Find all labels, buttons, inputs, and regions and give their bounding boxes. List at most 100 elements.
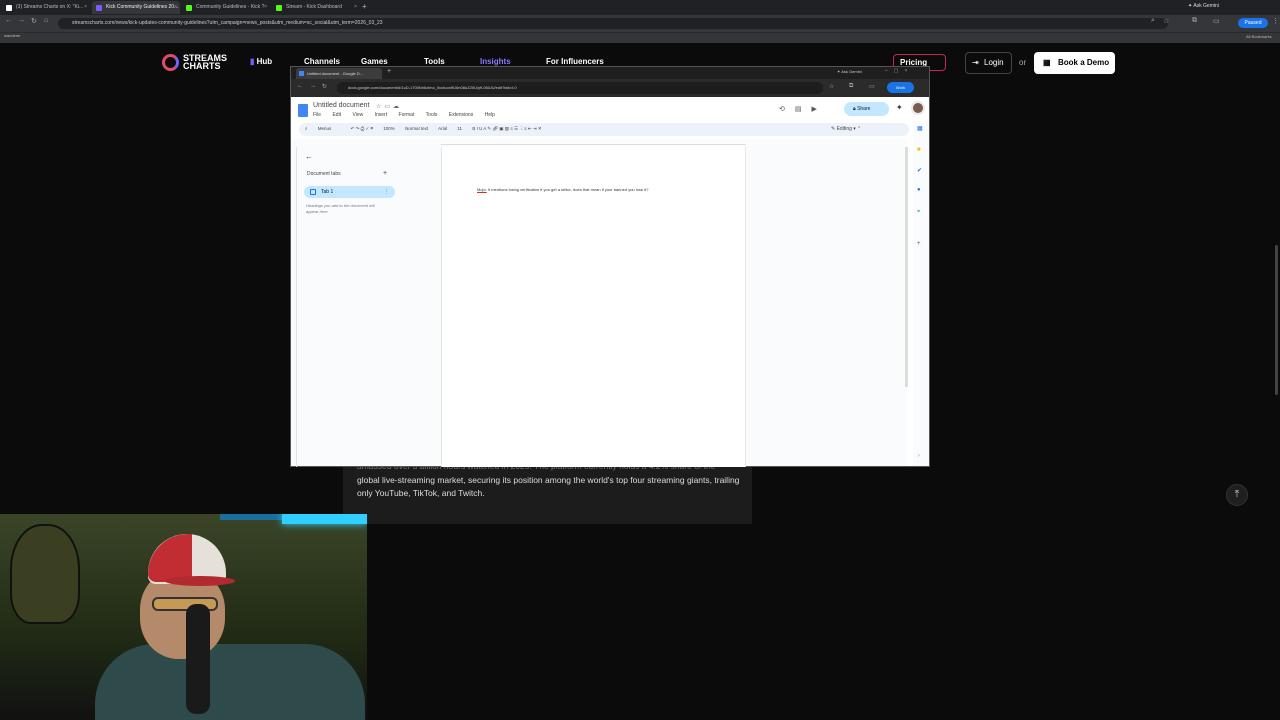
- document-tab-item[interactable]: Tab 1 ⋮: [304, 186, 395, 198]
- more-icon[interactable]: ⋮: [384, 186, 389, 198]
- share-button[interactable]: 🔒︎ Share: [844, 102, 889, 116]
- docs-menubar: File Edit View Insert Format Tools Exten…: [313, 112, 501, 118]
- inner-profile-button[interactable]: Work: [887, 82, 914, 93]
- home-icon[interactable]: ⌂: [44, 17, 48, 24]
- browser-tab[interactable]: Stream - Kick Dashboard ×: [272, 1, 360, 14]
- zoom-icon[interactable]: ⌕: [1151, 17, 1155, 25]
- keep-icon[interactable]: ■: [917, 147, 921, 153]
- document-body-text[interactable]: Mojo: It mentions losing verification if…: [477, 187, 648, 192]
- sidepanel-icon[interactable]: ▭: [1213, 17, 1220, 25]
- ask-gemini-label: Ask Gemini: [841, 69, 862, 74]
- forward-icon[interactable]: →: [310, 83, 316, 89]
- ask-gemini-label: Ask Gemini: [1193, 3, 1219, 9]
- close-icon[interactable]: ×: [264, 1, 267, 14]
- contacts-icon[interactable]: ●: [917, 187, 921, 193]
- document-scrollbar[interactable]: [905, 147, 908, 387]
- browser-tab-active[interactable]: Kick Community Guidelines 20... ×: [92, 1, 180, 14]
- undo-redo-print-icons[interactable]: ↶ ↷ ⎙ ✓ ⌗: [351, 126, 373, 131]
- scroll-to-top-icon[interactable]: ⤒: [1226, 484, 1248, 506]
- nav-insights[interactable]: Insights: [480, 57, 511, 66]
- font-size-input[interactable]: 11: [457, 126, 462, 131]
- menu-icon[interactable]: ⋮: [1272, 17, 1279, 25]
- kick-favicon-icon: [276, 5, 282, 11]
- add-tab-icon[interactable]: +: [383, 170, 387, 177]
- expand-panel-icon[interactable]: ›: [918, 453, 920, 459]
- inner-tab-active[interactable]: Untitled document - Google D...: [296, 68, 382, 79]
- book-demo-button[interactable]: ▦ Book a Demo: [1034, 52, 1115, 74]
- page-scrollbar[interactable]: [1275, 245, 1278, 395]
- avatar[interactable]: [911, 101, 925, 115]
- menu-edit[interactable]: Edit: [332, 112, 341, 118]
- calendar-icon: ▦: [1043, 58, 1051, 67]
- menu-view[interactable]: View: [352, 112, 363, 118]
- calendar-icon[interactable]: ▦: [917, 125, 923, 132]
- new-tab-button[interactable]: +: [362, 2, 367, 11]
- outline-back-icon[interactable]: ←: [305, 152, 313, 161]
- menu-tools[interactable]: Tools: [426, 112, 438, 118]
- document-page[interactable]: [441, 147, 746, 467]
- editing-label: Editing: [836, 126, 852, 132]
- microphone: [186, 604, 210, 714]
- ask-gemini-button[interactable]: ✦ Ask Gemini: [1188, 3, 1219, 9]
- tab-title: Stream - Kick Dashboard: [286, 4, 342, 10]
- menu-insert[interactable]: Insert: [375, 112, 388, 118]
- browser-tab[interactable]: Community Guidelines - Kick ? ×: [182, 1, 270, 14]
- profile-status-button[interactable]: Paused: [1238, 18, 1268, 28]
- bookmark-item[interactable]: wanderer: [4, 33, 21, 38]
- tasks-icon[interactable]: ✔: [917, 167, 922, 174]
- history-comments-meet-icons[interactable]: ⟲▤▶: [779, 105, 827, 113]
- zoom-select[interactable]: 100%: [383, 126, 395, 131]
- text-format-icons[interactable]: B I U A ✎ 🔗︎ ▣ ▨ ≡ ☰ ⋮≡ ⇤ ⇥ ✕: [472, 126, 541, 131]
- nav-tools[interactable]: Tools: [424, 57, 445, 66]
- streamscharts-logo[interactable]: STREAMS CHARTS: [162, 53, 232, 73]
- document-tabs-title: Document tabs: [307, 171, 341, 177]
- sidepanel-icon[interactable]: ▭: [869, 83, 875, 90]
- all-bookmarks[interactable]: All Bookmarks: [1246, 34, 1272, 39]
- search-menus[interactable]: ⌕ Menus: [305, 126, 340, 131]
- back-icon[interactable]: ←: [297, 83, 303, 89]
- search-icon: ⌕: [305, 126, 309, 131]
- close-icon[interactable]: ×: [354, 1, 357, 14]
- close-icon[interactable]: ×: [84, 1, 87, 14]
- browser-tab[interactable]: (3) Streams Charts on X: "Ki... ×: [2, 1, 90, 14]
- document-title[interactable]: Untitled document: [313, 102, 369, 109]
- inner-address-bar[interactable]: docs.google.com/document/d/1uD-1700Nh6zl…: [337, 82, 823, 94]
- vertical-ruler: [291, 147, 297, 467]
- extensions-icon[interactable]: ⧉: [1192, 17, 1197, 25]
- close-icon[interactable]: ×: [174, 1, 177, 14]
- style-select[interactable]: Normal text: [405, 126, 428, 131]
- nav-for-influencers[interactable]: For Influencers: [546, 57, 604, 66]
- x-favicon-icon: [6, 5, 12, 11]
- nav-channels[interactable]: Channels: [304, 57, 340, 66]
- menu-help[interactable]: Help: [485, 112, 495, 118]
- forward-icon[interactable]: →: [18, 17, 25, 24]
- nav-hub[interactable]: ▮ Hub: [250, 57, 272, 66]
- login-button[interactable]: ⇥ Login: [965, 52, 1012, 74]
- menu-file[interactable]: File: [313, 112, 321, 118]
- maps-icon[interactable]: ⌖: [917, 209, 920, 216]
- star-move-cloud-icons[interactable]: ☆▭☁: [376, 103, 402, 110]
- bookmark-star-icon[interactable]: ☆: [1163, 17, 1169, 25]
- bookmark-star-icon[interactable]: ☆: [829, 83, 834, 90]
- editing-mode-select[interactable]: ✎ Editing ▾ ⌃: [831, 126, 861, 132]
- address-bar[interactable]: streamscharts.com/news/kick-updates-comm…: [58, 18, 1168, 29]
- extensions-icon[interactable]: ⧉: [849, 83, 853, 90]
- reload-icon[interactable]: ↻: [322, 83, 327, 90]
- nav-games[interactable]: Games: [361, 57, 388, 66]
- gemini-icon[interactable]: ✦: [896, 103, 903, 112]
- inner-ask-gemini-button[interactable]: ✦ Ask Gemini: [837, 69, 862, 74]
- horizontal-ruler[interactable]: [441, 139, 746, 145]
- window-controls[interactable]: –▢×: [885, 68, 913, 74]
- back-icon[interactable]: ←: [5, 17, 12, 24]
- docs-browser-window: Untitled document - Google D... + ✦ Ask …: [290, 66, 930, 467]
- or-text: or: [1019, 58, 1027, 67]
- add-addon-icon[interactable]: +: [917, 241, 921, 247]
- font-select[interactable]: Arial: [438, 126, 447, 131]
- menus-label: Menus: [317, 126, 332, 131]
- inner-new-tab-button[interactable]: +: [387, 68, 391, 75]
- logo-text: STREAMS CHARTS: [183, 54, 227, 71]
- menu-extensions[interactable]: Extensions: [449, 112, 473, 118]
- docs-logo-icon[interactable]: [298, 104, 308, 117]
- menu-format[interactable]: Format: [399, 112, 415, 118]
- reload-icon[interactable]: ↻: [31, 17, 37, 25]
